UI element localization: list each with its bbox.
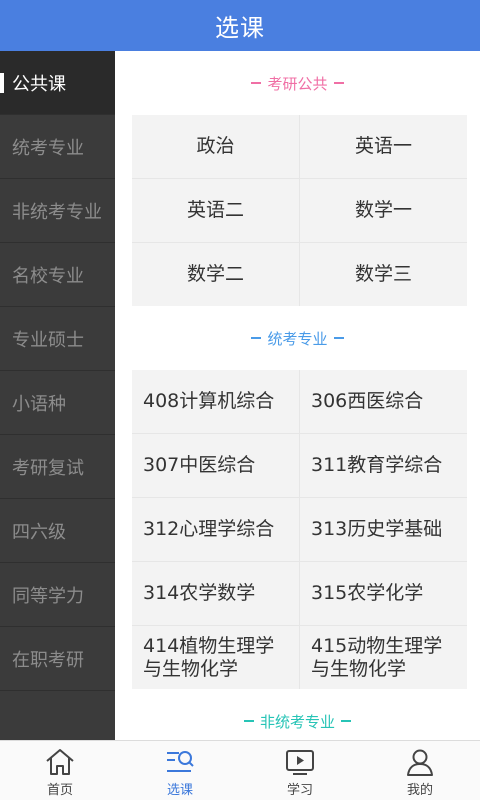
divider [333, 82, 344, 84]
sidebar-item-non-unified-major[interactable]: 非统考专业 [0, 179, 115, 243]
course-item[interactable]: 414植物生理学与生物化学 [132, 626, 299, 689]
sidebar-item-famous-school-major[interactable]: 名校专业 [0, 243, 115, 307]
course-item[interactable]: 313历史学基础 [300, 498, 467, 561]
course-item[interactable]: 415动物生理学与生物化学 [300, 626, 467, 689]
user-icon [407, 749, 433, 776]
course-item[interactable]: 英语二 [132, 179, 299, 242]
divider [251, 337, 262, 339]
course-item[interactable]: 307中医综合 [132, 434, 299, 497]
course-item[interactable]: 311教育学综合 [300, 434, 467, 497]
sidebar-item-label: 小语种 [12, 393, 66, 415]
section-title-text: 统考专业 [267, 329, 328, 348]
sidebar-item-label: 在职考研 [12, 649, 84, 671]
tab-label: 选课 [166, 783, 193, 798]
divider [341, 720, 351, 722]
sidebar-item-retest[interactable]: 考研复试 [0, 435, 115, 499]
course-item[interactable]: 314农学数学 [132, 562, 299, 625]
section-title-text: 考研公共 [267, 74, 328, 93]
sidebar-item-label: 同等学力 [12, 585, 84, 607]
section-title-non-unified: 非统考专业 [115, 689, 480, 740]
course-item[interactable]: 408计算机综合 [132, 370, 299, 433]
course-item[interactable]: 数学一 [300, 179, 467, 242]
divider [243, 720, 254, 722]
sidebar-item-professional-master[interactable]: 专业硕士 [0, 307, 115, 371]
sidebar-item-label: 四六级 [12, 521, 66, 543]
tab-mine[interactable]: 我的 [360, 741, 480, 800]
sidebar-item-label: 考研复试 [12, 457, 84, 479]
play-video-icon [286, 750, 314, 775]
section-title-public: 考研公共 [115, 51, 480, 115]
tab-study[interactable]: 学习 [240, 741, 360, 800]
section-title-text: 非统考专业 [259, 712, 335, 731]
course-item[interactable]: 306西医综合 [300, 370, 467, 433]
course-item[interactable]: 315农学化学 [300, 562, 467, 625]
active-indicator [0, 73, 4, 93]
course-item[interactable]: 数学三 [300, 243, 467, 306]
divider [333, 337, 344, 339]
course-item[interactable]: 数学二 [132, 243, 299, 306]
sidebar-item-in-service[interactable]: 在职考研 [0, 627, 115, 691]
course-grid-unified: 408计算机综合 306西医综合 307中医综合 311教育学综合 312心理学… [132, 370, 467, 689]
home-icon [46, 749, 74, 775]
sidebar-item-label: 非统考专业 [12, 201, 102, 223]
sidebar-item-minor-languages[interactable]: 小语种 [0, 371, 115, 435]
course-item[interactable]: 312心理学综合 [132, 498, 299, 561]
tab-label: 首页 [46, 783, 73, 798]
course-list: 考研公共 政治 英语一 英语二 数学一 数学二 数学三 统考专业 408计算机综… [115, 51, 480, 740]
category-sidebar: 公共课 统考专业 非统考专业 名校专业 专业硕士 小语种 考研复试 四六级 同等… [0, 51, 115, 740]
sidebar-item-label: 公共课 [12, 73, 66, 95]
section-title-unified: 统考专业 [115, 306, 480, 370]
course-item[interactable]: 政治 [132, 115, 299, 178]
sidebar-item-cet[interactable]: 四六级 [0, 499, 115, 563]
tab-label: 学习 [286, 783, 313, 798]
sidebar-item-label: 统考专业 [12, 137, 84, 159]
page-title: 选课 [215, 14, 265, 42]
course-item[interactable]: 英语一 [300, 115, 467, 178]
divider [251, 82, 262, 84]
course-grid-public: 政治 英语一 英语二 数学一 数学二 数学三 [132, 115, 467, 306]
tab-course-select[interactable]: 选课 [120, 741, 240, 800]
tab-home[interactable]: 首页 [0, 741, 120, 800]
tab-label: 我的 [406, 783, 433, 798]
sidebar-item-public-courses[interactable]: 公共课 [0, 51, 115, 115]
sidebar-item-unified-major[interactable]: 统考专业 [0, 115, 115, 179]
course-select-icon [167, 751, 194, 772]
app-header: 选课 [0, 0, 480, 51]
sidebar-item-label: 名校专业 [12, 265, 84, 287]
sidebar-item-label: 专业硕士 [12, 329, 84, 351]
sidebar-item-equivalent-degree[interactable]: 同等学力 [0, 563, 115, 627]
bottom-tab-bar: 首页 选课 学习 我的 [0, 740, 480, 800]
